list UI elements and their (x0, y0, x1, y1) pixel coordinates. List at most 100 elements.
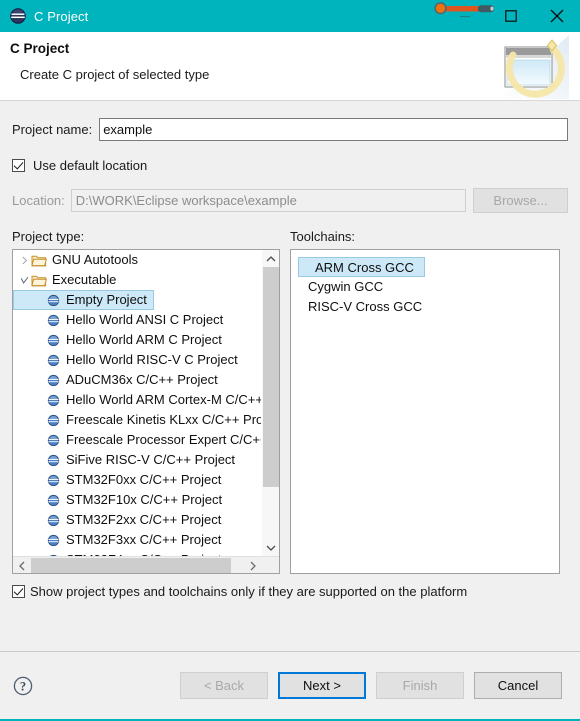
tree-node-label: Hello World ARM Cortex-M C/C++ (66, 392, 261, 407)
project-type-tree-viewport: GNU Autotools Executable Empty Project Hell… (13, 250, 261, 556)
eclipse-c-project-icon (10, 8, 26, 24)
project-type-vertical-scrollbar[interactable] (261, 250, 279, 556)
scroll-right-arrow-icon[interactable] (244, 557, 261, 573)
tree-node-label: GNU Autotools (52, 252, 138, 267)
project-type-pane: Project type: GNU Autotools Executable Emp… (12, 229, 280, 574)
location-input[interactable] (70, 189, 466, 212)
c-project-type-icon (45, 432, 61, 448)
platform-filter-label: Show project types and toolchains only i… (30, 584, 468, 599)
toolchains-label: Toolchains: (290, 229, 356, 244)
tree-item[interactable]: STM32F0xx C/C++ Project (13, 470, 261, 490)
tree-node-label: Hello World ARM C Project (66, 332, 222, 347)
close-icon[interactable] (534, 0, 580, 32)
c-project-wizard-dialog: C Project C Project Create C project of … (0, 0, 580, 721)
c-project-type-icon (45, 352, 61, 368)
c-project-type-icon (45, 452, 61, 468)
project-type-horizontal-scrollbar[interactable] (13, 556, 279, 573)
folder-icon (31, 272, 47, 288)
page-title: C Project (10, 41, 70, 56)
next-button[interactable]: Next > (278, 672, 366, 699)
vertical-scrollbar-thumb[interactable] (263, 267, 279, 487)
scroll-up-arrow-icon[interactable] (262, 250, 279, 267)
finish-button: Finish (376, 672, 464, 699)
c-project-type-icon (45, 532, 61, 548)
project-type-tree[interactable]: GNU Autotools Executable Empty Project Hell… (12, 249, 280, 574)
tree-node-label: Hello World ANSI C Project (66, 312, 224, 327)
toolchains-pane: Toolchains: ARM Cross GCC Cygwin GCC RISC-… (290, 229, 560, 574)
tree-item[interactable]: Hello World ARM C Project (13, 330, 261, 350)
chevron-down-icon[interactable] (17, 270, 31, 290)
scroll-left-arrow-icon[interactable] (13, 557, 30, 573)
tree-item[interactable]: Freescale Processor Expert C/C++ P (13, 430, 261, 450)
tree-item[interactable]: SiFive RISC-V C/C++ Project (13, 450, 261, 470)
title-bar: C Project (0, 0, 580, 32)
use-default-location-row[interactable]: Use default location (12, 158, 568, 173)
c-project-type-icon (45, 492, 61, 508)
c-project-type-icon (45, 332, 61, 348)
cancel-button[interactable]: Cancel (474, 672, 562, 699)
c-project-type-icon (45, 312, 61, 328)
tree-node-label: Empty Project (66, 292, 147, 307)
c-project-type-icon (45, 392, 61, 408)
tree-node-label: STM32F0xx C/C++ Project (66, 472, 222, 487)
tree-item-selected[interactable]: Empty Project (13, 290, 154, 310)
tree-item[interactable]: Hello World ARM Cortex-M C/C++ (13, 390, 261, 410)
c-project-type-icon (45, 472, 61, 488)
scrollbar-corner (261, 557, 279, 573)
c-project-type-icon (45, 512, 61, 528)
use-default-location-checkbox[interactable] (12, 159, 25, 172)
tree-item[interactable]: Hello World RISC-V C Project (13, 350, 261, 370)
dialog-body: Project name: Use default location Locat… (0, 101, 580, 651)
tree-node-label: STM32F3xx C/C++ Project (66, 532, 222, 547)
dialog-footer: ? < Back Next > Finish Cancel (0, 651, 580, 719)
location-row: Location: Browse... (12, 188, 568, 213)
wizard-banner: C Project Create C project of selected t… (0, 32, 580, 101)
svg-text:?: ? (20, 679, 26, 693)
toolchain-item-selected[interactable]: ARM Cross GCC (298, 257, 425, 277)
footer-button-group: < Back Next > Finish Cancel (180, 672, 580, 699)
tree-item[interactable]: STM32F2xx C/C++ Project (13, 510, 261, 530)
tree-node-label: Executable (52, 272, 117, 287)
window-title: C Project (34, 8, 89, 24)
c-project-type-icon (45, 372, 61, 388)
folder-icon (31, 252, 47, 268)
help-question-icon[interactable]: ? (13, 676, 33, 696)
project-type-label: Project type: (12, 229, 85, 244)
tree-item[interactable]: STM32F3xx C/C++ Project (13, 530, 261, 550)
c-project-type-icon (45, 292, 61, 308)
tree-item[interactable]: ADuCM36x C/C++ Project (13, 370, 261, 390)
tree-item[interactable]: Freescale Kinetis KLxx C/C++ Projec (13, 410, 261, 430)
minimize-icon[interactable] (442, 0, 488, 32)
tree-folder-node[interactable]: Executable (13, 270, 261, 290)
back-button: < Back (180, 672, 268, 699)
toolchains-list[interactable]: ARM Cross GCC Cygwin GCC RISC-V Cross GCC (290, 249, 560, 574)
tree-node-label: Freescale Processor Expert C/C++ P (66, 432, 261, 447)
platform-filter-checkbox[interactable] (12, 585, 25, 598)
maximize-icon[interactable] (488, 0, 534, 32)
tree-node-label: STM32F10x C/C++ Project (66, 492, 223, 507)
tree-node-label: SiFive RISC-V C/C++ Project (66, 452, 236, 467)
platform-filter-row[interactable]: Show project types and toolchains only i… (12, 584, 568, 599)
tree-item[interactable]: Hello World ANSI C Project (13, 310, 261, 330)
project-name-row: Project name: (12, 101, 568, 141)
toolchain-item[interactable]: Cygwin GCC (291, 277, 559, 297)
horizontal-scrollbar-thumb[interactable] (31, 558, 231, 573)
new-project-wizard-banner-icon (495, 35, 569, 99)
project-name-label: Project name: (12, 122, 93, 137)
chevron-right-icon[interactable] (17, 250, 31, 270)
browse-button[interactable]: Browse... (473, 188, 568, 213)
toolchains-list-inner: ARM Cross GCC Cygwin GCC RISC-V Cross GCC (291, 250, 559, 317)
selection-panes: Project type: GNU Autotools Executable Emp… (12, 229, 568, 574)
location-label: Location: (12, 193, 65, 208)
tree-item[interactable]: STM32F10x C/C++ Project (13, 490, 261, 510)
tree-node-label: Hello World RISC-V C Project (66, 352, 238, 367)
tree-node-label: ADuCM36x C/C++ Project (66, 372, 218, 387)
tree-node-label: STM32F2xx C/C++ Project (66, 512, 222, 527)
tree-folder-node[interactable]: GNU Autotools (13, 250, 261, 270)
tree-node-label: Freescale Kinetis KLxx C/C++ Projec (66, 412, 261, 427)
project-name-input[interactable] (99, 118, 568, 141)
toolchain-item[interactable]: RISC-V Cross GCC (291, 297, 559, 317)
scroll-down-arrow-icon[interactable] (262, 539, 279, 556)
c-project-type-icon (45, 412, 61, 428)
use-default-location-label: Use default location (33, 158, 148, 173)
